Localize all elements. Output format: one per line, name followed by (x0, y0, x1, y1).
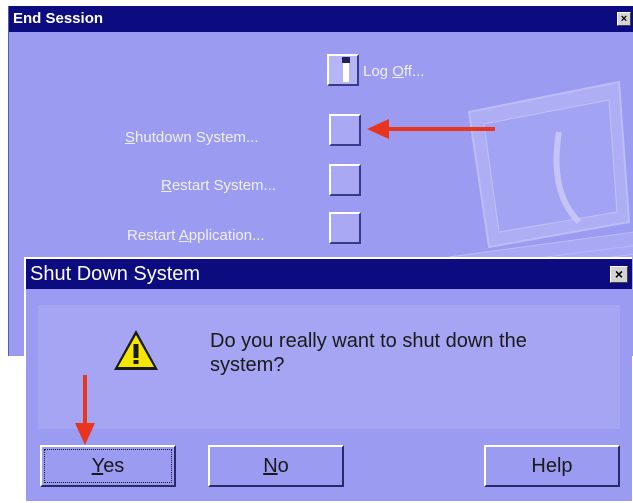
no-button[interactable]: No (208, 445, 344, 487)
shutdown-system-button[interactable] (329, 114, 361, 146)
end-session-title: End Session (13, 10, 104, 27)
confirmation-message: Do you really want to shut down the syst… (210, 330, 527, 376)
shut-down-system-dialog: Shut Down System × Do you really want to… (24, 257, 632, 501)
close-icon: × (614, 266, 624, 282)
yes-button[interactable]: Yes (40, 445, 176, 487)
shut-down-dialog-close-button[interactable]: × (610, 266, 628, 283)
log-off-label: Log Off... (363, 63, 425, 80)
annotation-arrow-down-icon (75, 375, 95, 445)
log-off-button[interactable] (327, 54, 359, 86)
restart-system-label: Restart System... (161, 177, 277, 194)
shutdown-system-label: Shutdown System... (125, 129, 259, 146)
end-session-titlebar[interactable]: End Session × (9, 6, 633, 32)
restart-system-button[interactable] (329, 164, 361, 196)
restart-application-button[interactable] (329, 212, 361, 244)
shut-down-dialog-titlebar[interactable]: Shut Down System × (26, 259, 632, 289)
close-icon: × (620, 13, 628, 25)
end-session-close-button[interactable]: × (617, 12, 631, 26)
shut-down-dialog-title: Shut Down System (30, 263, 201, 285)
warning-icon (114, 330, 158, 370)
restart-application-label: Restart Application... (127, 227, 265, 244)
log-off-icon (342, 57, 350, 82)
annotation-arrow-icon (367, 119, 495, 139)
help-button[interactable]: Help (484, 445, 620, 487)
